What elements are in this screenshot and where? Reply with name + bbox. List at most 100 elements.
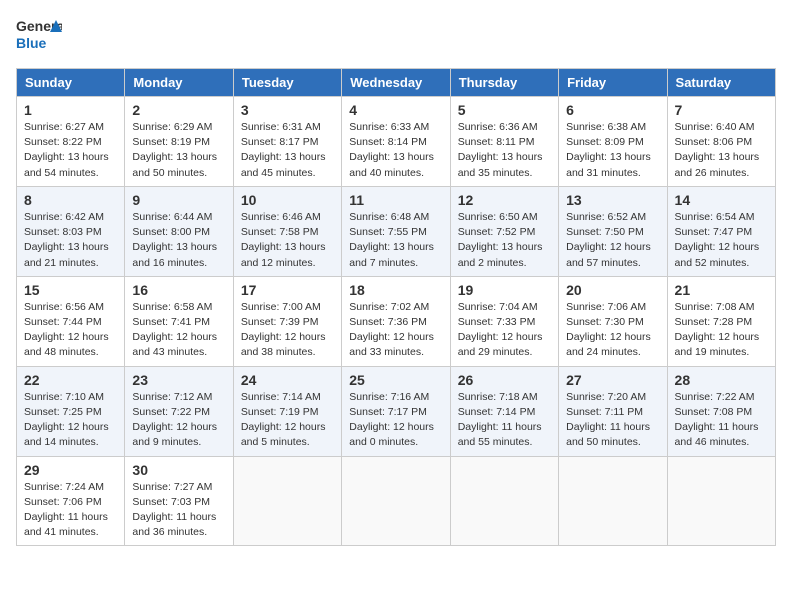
day-info: Sunrise: 6:48 AM Sunset: 7:55 PM Dayligh… <box>349 210 442 271</box>
day-info: Sunrise: 7:24 AM Sunset: 7:06 PM Dayligh… <box>24 480 117 541</box>
calendar-header-monday: Monday <box>125 69 233 97</box>
day-info: Sunrise: 7:04 AM Sunset: 7:33 PM Dayligh… <box>458 300 551 361</box>
logo-svg: General Blue <box>16 16 62 56</box>
day-number: 17 <box>241 282 334 298</box>
logo: General Blue <box>16 16 62 56</box>
calendar-week-row: 29 Sunrise: 7:24 AM Sunset: 7:06 PM Dayli… <box>17 456 776 546</box>
day-info: Sunrise: 6:36 AM Sunset: 8:11 PM Dayligh… <box>458 120 551 181</box>
day-number: 10 <box>241 192 334 208</box>
calendar-day-cell <box>559 456 667 546</box>
day-info: Sunrise: 7:08 AM Sunset: 7:28 PM Dayligh… <box>675 300 768 361</box>
day-info: Sunrise: 6:50 AM Sunset: 7:52 PM Dayligh… <box>458 210 551 271</box>
calendar-day-cell: 3Sunrise: 6:31 AM Sunset: 8:17 PM Daylig… <box>233 97 341 187</box>
day-info: Sunrise: 6:56 AM Sunset: 7:44 PM Dayligh… <box>24 300 117 361</box>
day-number: 29 <box>24 462 117 478</box>
day-number: 28 <box>675 372 768 388</box>
calendar-table: SundayMondayTuesdayWednesdayThursdayFrid… <box>16 68 776 546</box>
day-info: Sunrise: 6:29 AM Sunset: 8:19 PM Dayligh… <box>132 120 225 181</box>
day-number: 15 <box>24 282 117 298</box>
day-info: Sunrise: 6:44 AM Sunset: 8:00 PM Dayligh… <box>132 210 225 271</box>
calendar-day-cell: 19 Sunrise: 7:04 AM Sunset: 7:33 PM Dayli… <box>450 276 558 366</box>
calendar-day-cell: 16 Sunrise: 6:58 AM Sunset: 7:41 PM Dayli… <box>125 276 233 366</box>
day-info: Sunrise: 7:02 AM Sunset: 7:36 PM Dayligh… <box>349 300 442 361</box>
day-number: 11 <box>349 192 442 208</box>
calendar-day-cell: 15 Sunrise: 6:56 AM Sunset: 7:44 PM Dayli… <box>17 276 125 366</box>
calendar-day-cell <box>667 456 775 546</box>
day-number: 19 <box>458 282 551 298</box>
svg-text:Blue: Blue <box>16 35 47 51</box>
calendar-day-cell: 2 Sunrise: 6:29 AM Sunset: 8:19 PM Daylig… <box>125 97 233 187</box>
calendar-day-cell: 28Sunrise: 7:22 AM Sunset: 7:08 PM Dayli… <box>667 366 775 456</box>
day-info: Sunrise: 6:38 AM Sunset: 8:09 PM Dayligh… <box>566 120 659 181</box>
calendar-day-cell: 24 Sunrise: 7:14 AM Sunset: 7:19 PM Dayli… <box>233 366 341 456</box>
day-info: Sunrise: 7:06 AM Sunset: 7:30 PM Dayligh… <box>566 300 659 361</box>
day-number: 8 <box>24 192 117 208</box>
calendar-week-row: 1 Sunrise: 6:27 AM Sunset: 8:22 PM Daylig… <box>17 97 776 187</box>
day-number: 5 <box>458 102 551 118</box>
day-info: Sunrise: 7:10 AM Sunset: 7:25 PM Dayligh… <box>24 390 117 451</box>
calendar-day-cell: 29 Sunrise: 7:24 AM Sunset: 7:06 PM Dayli… <box>17 456 125 546</box>
calendar-header-sunday: Sunday <box>17 69 125 97</box>
day-info: Sunrise: 6:33 AM Sunset: 8:14 PM Dayligh… <box>349 120 442 181</box>
calendar-header-wednesday: Wednesday <box>342 69 450 97</box>
calendar-day-cell: 14Sunrise: 6:54 AM Sunset: 7:47 PM Dayli… <box>667 186 775 276</box>
day-info: Sunrise: 6:27 AM Sunset: 8:22 PM Dayligh… <box>24 120 117 181</box>
calendar-day-cell: 26 Sunrise: 7:18 AM Sunset: 7:14 PM Dayli… <box>450 366 558 456</box>
calendar-week-row: 8 Sunrise: 6:42 AM Sunset: 8:03 PM Daylig… <box>17 186 776 276</box>
day-number: 7 <box>675 102 768 118</box>
day-info: Sunrise: 6:40 AM Sunset: 8:06 PM Dayligh… <box>675 120 768 181</box>
calendar-day-cell: 12Sunrise: 6:50 AM Sunset: 7:52 PM Dayli… <box>450 186 558 276</box>
calendar-day-cell: 21 Sunrise: 7:08 AM Sunset: 7:28 PM Dayli… <box>667 276 775 366</box>
calendar-day-cell: 27 Sunrise: 7:20 AM Sunset: 7:11 PM Dayli… <box>559 366 667 456</box>
calendar-header-thursday: Thursday <box>450 69 558 97</box>
day-number: 6 <box>566 102 659 118</box>
calendar-day-cell <box>342 456 450 546</box>
page-header: General Blue <box>16 16 776 56</box>
day-info: Sunrise: 6:52 AM Sunset: 7:50 PM Dayligh… <box>566 210 659 271</box>
day-info: Sunrise: 7:00 AM Sunset: 7:39 PM Dayligh… <box>241 300 334 361</box>
day-number: 1 <box>24 102 117 118</box>
calendar-day-cell: 25 Sunrise: 7:16 AM Sunset: 7:17 PM Dayli… <box>342 366 450 456</box>
day-info: Sunrise: 7:12 AM Sunset: 7:22 PM Dayligh… <box>132 390 225 451</box>
day-info: Sunrise: 6:42 AM Sunset: 8:03 PM Dayligh… <box>24 210 117 271</box>
calendar-day-cell: 4 Sunrise: 6:33 AM Sunset: 8:14 PM Daylig… <box>342 97 450 187</box>
day-info: Sunrise: 6:31 AM Sunset: 8:17 PM Dayligh… <box>241 120 334 181</box>
day-info: Sunrise: 7:20 AM Sunset: 7:11 PM Dayligh… <box>566 390 659 451</box>
calendar-week-row: 22Sunrise: 7:10 AM Sunset: 7:25 PM Dayli… <box>17 366 776 456</box>
calendar-header-row: SundayMondayTuesdayWednesdayThursdayFrid… <box>17 69 776 97</box>
calendar-day-cell: 30Sunrise: 7:27 AM Sunset: 7:03 PM Dayli… <box>125 456 233 546</box>
calendar-day-cell: 13 Sunrise: 6:52 AM Sunset: 7:50 PM Dayli… <box>559 186 667 276</box>
calendar-day-cell: 5 Sunrise: 6:36 AM Sunset: 8:11 PM Daylig… <box>450 97 558 187</box>
day-number: 13 <box>566 192 659 208</box>
day-number: 26 <box>458 372 551 388</box>
day-number: 18 <box>349 282 442 298</box>
day-info: Sunrise: 7:14 AM Sunset: 7:19 PM Dayligh… <box>241 390 334 451</box>
day-info: Sunrise: 6:58 AM Sunset: 7:41 PM Dayligh… <box>132 300 225 361</box>
calendar-day-cell: 7 Sunrise: 6:40 AM Sunset: 8:06 PM Daylig… <box>667 97 775 187</box>
day-info: Sunrise: 6:54 AM Sunset: 7:47 PM Dayligh… <box>675 210 768 271</box>
day-number: 25 <box>349 372 442 388</box>
day-number: 4 <box>349 102 442 118</box>
calendar-header-saturday: Saturday <box>667 69 775 97</box>
day-info: Sunrise: 7:16 AM Sunset: 7:17 PM Dayligh… <box>349 390 442 451</box>
calendar-day-cell <box>450 456 558 546</box>
calendar-day-cell: 9Sunrise: 6:44 AM Sunset: 8:00 PM Daylig… <box>125 186 233 276</box>
calendar-day-cell: 10 Sunrise: 6:46 AM Sunset: 7:58 PM Dayli… <box>233 186 341 276</box>
day-number: 2 <box>132 102 225 118</box>
calendar-day-cell: 20 Sunrise: 7:06 AM Sunset: 7:30 PM Dayli… <box>559 276 667 366</box>
day-number: 16 <box>132 282 225 298</box>
day-number: 24 <box>241 372 334 388</box>
calendar-header-tuesday: Tuesday <box>233 69 341 97</box>
calendar-day-cell: 8 Sunrise: 6:42 AM Sunset: 8:03 PM Daylig… <box>17 186 125 276</box>
day-number: 23 <box>132 372 225 388</box>
day-number: 30 <box>132 462 225 478</box>
day-number: 20 <box>566 282 659 298</box>
calendar-day-cell: 11 Sunrise: 6:48 AM Sunset: 7:55 PM Dayli… <box>342 186 450 276</box>
calendar-day-cell: 18 Sunrise: 7:02 AM Sunset: 7:36 PM Dayli… <box>342 276 450 366</box>
day-number: 27 <box>566 372 659 388</box>
day-info: Sunrise: 7:18 AM Sunset: 7:14 PM Dayligh… <box>458 390 551 451</box>
day-info: Sunrise: 6:46 AM Sunset: 7:58 PM Dayligh… <box>241 210 334 271</box>
day-number: 21 <box>675 282 768 298</box>
calendar-day-cell: 1 Sunrise: 6:27 AM Sunset: 8:22 PM Daylig… <box>17 97 125 187</box>
calendar-day-cell: 17 Sunrise: 7:00 AM Sunset: 7:39 PM Dayli… <box>233 276 341 366</box>
